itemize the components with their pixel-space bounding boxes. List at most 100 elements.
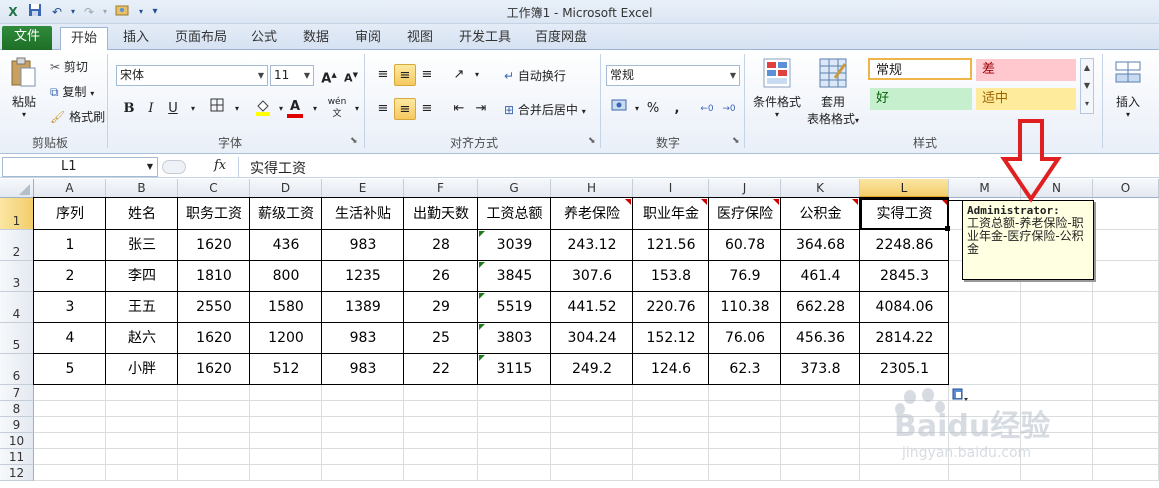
- table-cell[interactable]: 662.28: [781, 292, 860, 323]
- table-cell[interactable]: 张三: [106, 230, 178, 261]
- table-cell[interactable]: 赵六: [106, 323, 178, 354]
- table-cell[interactable]: 220.76: [633, 292, 709, 323]
- table-cell[interactable]: 26: [404, 261, 478, 292]
- name-box[interactable]: L1 ▼: [2, 157, 158, 177]
- table-cell[interactable]: 2305.1: [860, 354, 949, 385]
- table-cell[interactable]: 3845: [478, 261, 551, 292]
- header-cell[interactable]: 姓名: [106, 198, 178, 230]
- column-header-o[interactable]: O: [1093, 179, 1159, 198]
- dialog-launcher-icon[interactable]: ⬊: [350, 136, 358, 146]
- table-cell[interactable]: 28: [404, 230, 478, 261]
- tab-insert[interactable]: 插入: [114, 27, 158, 50]
- table-cell[interactable]: 121.56: [633, 230, 709, 261]
- table-cell[interactable]: 1235: [322, 261, 404, 292]
- column-header-c[interactable]: C: [178, 179, 250, 198]
- column-header-l[interactable]: L: [860, 179, 949, 198]
- row-header-9[interactable]: 9: [0, 417, 34, 433]
- header-cell[interactable]: 公积金: [781, 198, 860, 230]
- row-header-8[interactable]: 8: [0, 401, 34, 417]
- style-good[interactable]: 好: [870, 88, 972, 110]
- tab-baidu-netdisk[interactable]: 百度网盘: [528, 27, 594, 50]
- comment-indicator[interactable]: [701, 199, 707, 205]
- format-as-table-dropdown-icon[interactable]: ▾: [855, 116, 859, 125]
- dialog-launcher-icon[interactable]: ⬊: [588, 136, 596, 146]
- table-cell[interactable]: 李四: [106, 261, 178, 292]
- table-cell[interactable]: 王五: [106, 292, 178, 323]
- table-cell[interactable]: 76.9: [709, 261, 781, 292]
- style-bad[interactable]: 差: [976, 59, 1076, 81]
- table-cell[interactable]: 304.24: [551, 323, 633, 354]
- copy-button[interactable]: ⧉ 复制 ▾: [50, 83, 94, 100]
- error-indicator[interactable]: [479, 262, 485, 268]
- table-cell[interactable]: 983: [322, 323, 404, 354]
- percent-button[interactable]: %: [642, 98, 664, 120]
- table-cell[interactable]: 512: [250, 354, 322, 385]
- column-header-g[interactable]: G: [478, 179, 551, 198]
- merge-dropdown-icon[interactable]: ▾: [582, 107, 586, 116]
- comment-box[interactable]: Administrator: 工资总额-养老保险-职业年金-医疗保险-公积金: [962, 200, 1094, 280]
- comma-button[interactable]: ,: [666, 98, 688, 120]
- table-cell[interactable]: 1200: [250, 323, 322, 354]
- table-cell[interactable]: 2550: [178, 292, 250, 323]
- styles-scroll[interactable]: ▲ ▼ ▾: [1080, 58, 1094, 114]
- table-cell[interactable]: 3: [34, 292, 106, 323]
- border-icon[interactable]: [206, 98, 228, 120]
- underline-dropdown-icon[interactable]: ▾: [182, 98, 204, 120]
- fill-handle[interactable]: [945, 226, 950, 231]
- header-cell[interactable]: 医疗保险: [709, 198, 781, 230]
- tab-file[interactable]: 文件: [2, 26, 52, 50]
- row-header-5[interactable]: 5: [0, 323, 34, 354]
- align-center-icon[interactable]: ≡: [394, 98, 416, 120]
- tab-home[interactable]: 开始: [60, 27, 108, 51]
- align-bottom-icon[interactable]: ≡: [416, 64, 438, 86]
- table-cell[interactable]: 4084.06: [860, 292, 949, 323]
- table-cell[interactable]: 29: [404, 292, 478, 323]
- column-header-a[interactable]: A: [34, 179, 106, 198]
- chevron-down-icon[interactable]: ▼: [727, 66, 739, 85]
- style-normal[interactable]: 常规: [868, 58, 972, 80]
- comment-indicator[interactable]: [852, 199, 858, 205]
- row-header-10[interactable]: 10: [0, 433, 34, 449]
- table-cell[interactable]: 461.4: [781, 261, 860, 292]
- align-right-icon[interactable]: ≡: [416, 98, 438, 120]
- underline-button[interactable]: U: [162, 98, 184, 120]
- row-header-2[interactable]: 2: [0, 230, 34, 261]
- row-header-6[interactable]: 6: [0, 354, 34, 385]
- tab-data[interactable]: 数据: [294, 27, 338, 50]
- font-color-icon[interactable]: A: [284, 96, 306, 118]
- error-indicator[interactable]: [479, 355, 485, 361]
- decrease-decimal-icon[interactable]: →0: [718, 98, 740, 120]
- table-cell[interactable]: 373.8: [781, 354, 860, 385]
- error-indicator[interactable]: [479, 231, 485, 237]
- table-cell[interactable]: 436: [250, 230, 322, 261]
- table-cell[interactable]: 307.6: [551, 261, 633, 292]
- table-cell[interactable]: 800: [250, 261, 322, 292]
- tab-view[interactable]: 视图: [398, 27, 442, 50]
- font-size-combo[interactable]: 11 ▼: [270, 65, 314, 86]
- header-cell[interactable]: 职业年金: [633, 198, 709, 230]
- table-cell[interactable]: 441.52: [551, 292, 633, 323]
- font-color-dropdown-icon[interactable]: ▾: [304, 98, 326, 120]
- header-cell[interactable]: 薪级工资: [250, 198, 322, 230]
- table-cell[interactable]: 3039: [478, 230, 551, 261]
- font-name-combo[interactable]: 宋体 ▼: [116, 65, 268, 86]
- table-cell[interactable]: 456.36: [781, 323, 860, 354]
- column-header-k[interactable]: K: [781, 179, 860, 198]
- table-cell[interactable]: 153.8: [633, 261, 709, 292]
- column-header-j[interactable]: J: [709, 179, 781, 198]
- header-cell[interactable]: 养老保险: [551, 198, 633, 230]
- bold-button[interactable]: B: [118, 98, 140, 120]
- header-cell[interactable]: 序列: [34, 198, 106, 230]
- column-header-h[interactable]: H: [551, 179, 633, 198]
- paste-dropdown-icon[interactable]: ▾: [8, 110, 40, 119]
- table-cell[interactable]: 1620: [178, 354, 250, 385]
- table-cell[interactable]: 22: [404, 354, 478, 385]
- table-cell[interactable]: 1389: [322, 292, 404, 323]
- copy-dropdown-icon[interactable]: ▾: [90, 89, 94, 98]
- align-top-icon[interactable]: ≡: [372, 64, 394, 86]
- chevron-down-icon[interactable]: ▼: [301, 66, 313, 85]
- column-header-e[interactable]: E: [322, 179, 404, 198]
- insert-dropdown-icon[interactable]: ▾: [1108, 110, 1148, 119]
- conditional-format-dropdown-icon[interactable]: ▾: [750, 110, 804, 119]
- table-cell[interactable]: 249.2: [551, 354, 633, 385]
